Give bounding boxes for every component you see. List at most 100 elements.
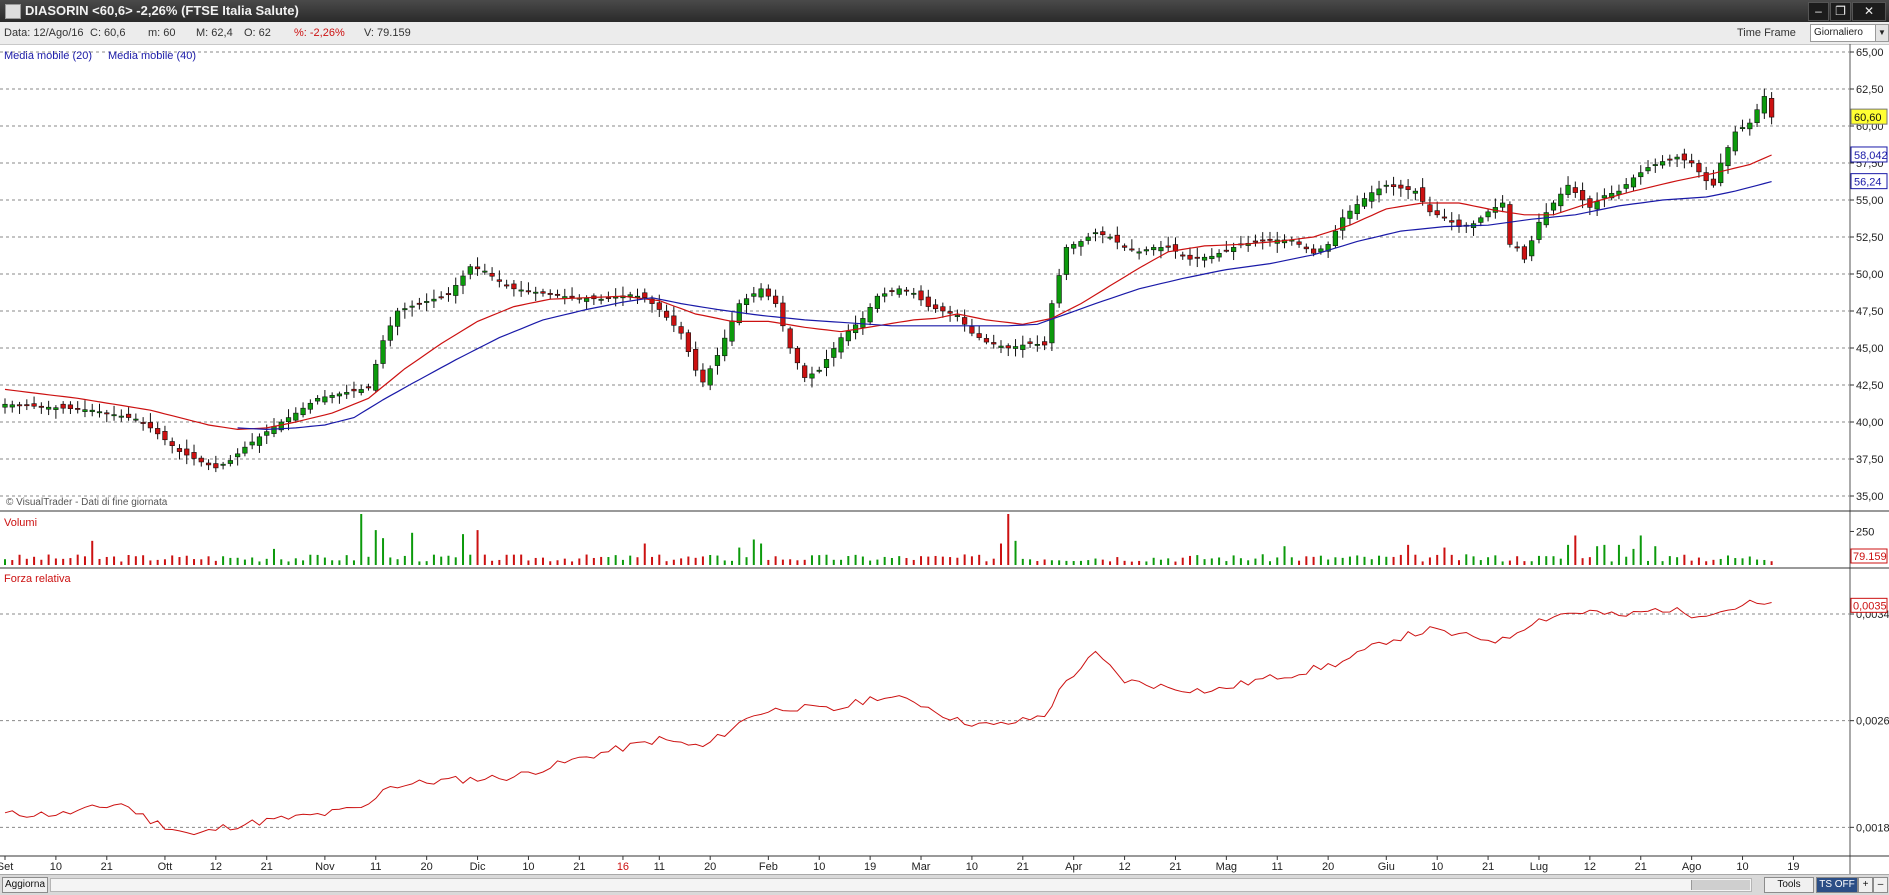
- volume-bar: [1705, 561, 1708, 565]
- candle-body: [714, 355, 721, 366]
- candle-body: [1165, 245, 1171, 248]
- volume-bar: [40, 559, 43, 565]
- volume-bar: [1268, 561, 1271, 565]
- volume-bar: [1668, 556, 1671, 565]
- candle-body: [1616, 190, 1622, 195]
- candle-body: [722, 337, 728, 357]
- last-price-tag: 60,60: [1854, 112, 1882, 124]
- candle-body: [264, 431, 270, 436]
- candle-body: [191, 452, 197, 459]
- chevron-down-icon[interactable]: ▼: [1875, 24, 1889, 42]
- volume-bar: [1029, 559, 1032, 565]
- minimize-button[interactable]: –: [1808, 2, 1829, 21]
- zoom-in-button[interactable]: +: [1858, 877, 1873, 893]
- x-tick-label: Set: [0, 861, 13, 873]
- volume-bar: [1617, 544, 1620, 565]
- candle-body: [1754, 109, 1760, 124]
- price-chart: 65,0062,5060,0057,5055,0052,5050,0047,50…: [0, 44, 1889, 874]
- close-button[interactable]: ✕: [1852, 2, 1886, 21]
- volume-bar: [970, 556, 973, 565]
- timeframe-select[interactable]: Giornaliero: [1810, 24, 1877, 42]
- volume-bar: [585, 554, 588, 565]
- candle-body: [242, 446, 248, 454]
- candle-body: [416, 302, 422, 305]
- volume-bar: [1465, 554, 1468, 565]
- volume-bar: [1552, 556, 1555, 565]
- candle-body: [409, 305, 415, 308]
- ma20-value-tag: 58,042: [1854, 150, 1888, 162]
- candle-body: [1398, 184, 1404, 189]
- x-tick-label: Ago: [1682, 861, 1702, 873]
- candle-body: [1674, 156, 1680, 160]
- x-tick-label: 21: [101, 861, 113, 873]
- y-tick-label: 47,50: [1856, 306, 1884, 318]
- refresh-button[interactable]: Aggiorna: [2, 877, 48, 893]
- time-scrollbar[interactable]: [50, 878, 1752, 892]
- volume-bar: [621, 559, 624, 565]
- volume-bar: [556, 560, 559, 565]
- volume-bar: [1545, 556, 1548, 565]
- x-tick-label: 10: [1736, 861, 1748, 873]
- volume-bar: [905, 557, 908, 565]
- volume-bar: [272, 548, 275, 565]
- quote-info-bar: Data: 12/Ago/16 C: 60,6 m: 60 M: 62,4 O:…: [0, 22, 1889, 45]
- zoom-out-button[interactable]: –: [1873, 877, 1888, 893]
- volume-bar: [127, 555, 130, 565]
- info-close: C: 60,6: [90, 27, 126, 39]
- candle-body: [387, 325, 393, 341]
- volume-bar: [643, 543, 646, 565]
- volume-bar: [156, 559, 159, 565]
- scrollbar-thumb[interactable]: [1691, 880, 1750, 890]
- volume-bar: [861, 556, 864, 565]
- volume-bar: [1567, 544, 1570, 565]
- volume-bar: [1130, 561, 1133, 565]
- candle-body: [918, 290, 924, 301]
- tools-button[interactable]: Tools: [1764, 877, 1814, 893]
- candle-body: [220, 463, 226, 466]
- volume-bar: [462, 534, 465, 565]
- volume-bar: [69, 558, 72, 565]
- candle-body: [1441, 216, 1448, 219]
- candle-body: [496, 279, 502, 282]
- volume-bar: [527, 560, 530, 565]
- volume-bar: [934, 555, 937, 565]
- candle-body: [1667, 158, 1673, 161]
- candle-body: [1696, 163, 1702, 173]
- volume-bar: [636, 557, 639, 565]
- candle-body: [82, 409, 88, 412]
- candle-body: [1369, 192, 1375, 202]
- candle-body: [1579, 190, 1586, 201]
- volume-bar: [1058, 560, 1061, 565]
- volume-bar: [818, 555, 821, 565]
- candle-body: [46, 406, 52, 410]
- restore-button[interactable]: ❐: [1830, 2, 1851, 21]
- candle-body: [104, 412, 110, 415]
- volume-bar: [949, 557, 952, 565]
- ts-toggle-button[interactable]: TS OFF: [1816, 877, 1858, 893]
- candle-body: [1689, 160, 1695, 164]
- volume-bar: [738, 547, 741, 565]
- x-tick-label: 16: [617, 861, 629, 873]
- volume-bar: [1436, 554, 1439, 565]
- candle-body: [67, 404, 74, 409]
- volume-bar: [1203, 559, 1206, 565]
- x-tick-label: 12: [1584, 861, 1596, 873]
- volume-bar: [18, 554, 21, 565]
- volume-bar: [222, 556, 225, 565]
- candle-body: [925, 296, 931, 307]
- volume-bar: [541, 557, 544, 565]
- candle-body: [1449, 220, 1455, 223]
- candle-body: [60, 403, 66, 409]
- volume-bar: [1385, 556, 1388, 565]
- candle-body: [1478, 217, 1484, 223]
- x-tick-label: Mar: [912, 861, 931, 873]
- x-tick-label: 12: [210, 861, 222, 873]
- candle-body: [1071, 244, 1077, 249]
- volume-bar: [731, 560, 733, 565]
- volume-bar: [1399, 554, 1402, 565]
- volume-bar: [331, 560, 334, 565]
- candle-body: [554, 293, 561, 296]
- candle-body: [256, 436, 263, 446]
- volume-bar: [142, 555, 145, 565]
- volume-bar: [91, 540, 94, 565]
